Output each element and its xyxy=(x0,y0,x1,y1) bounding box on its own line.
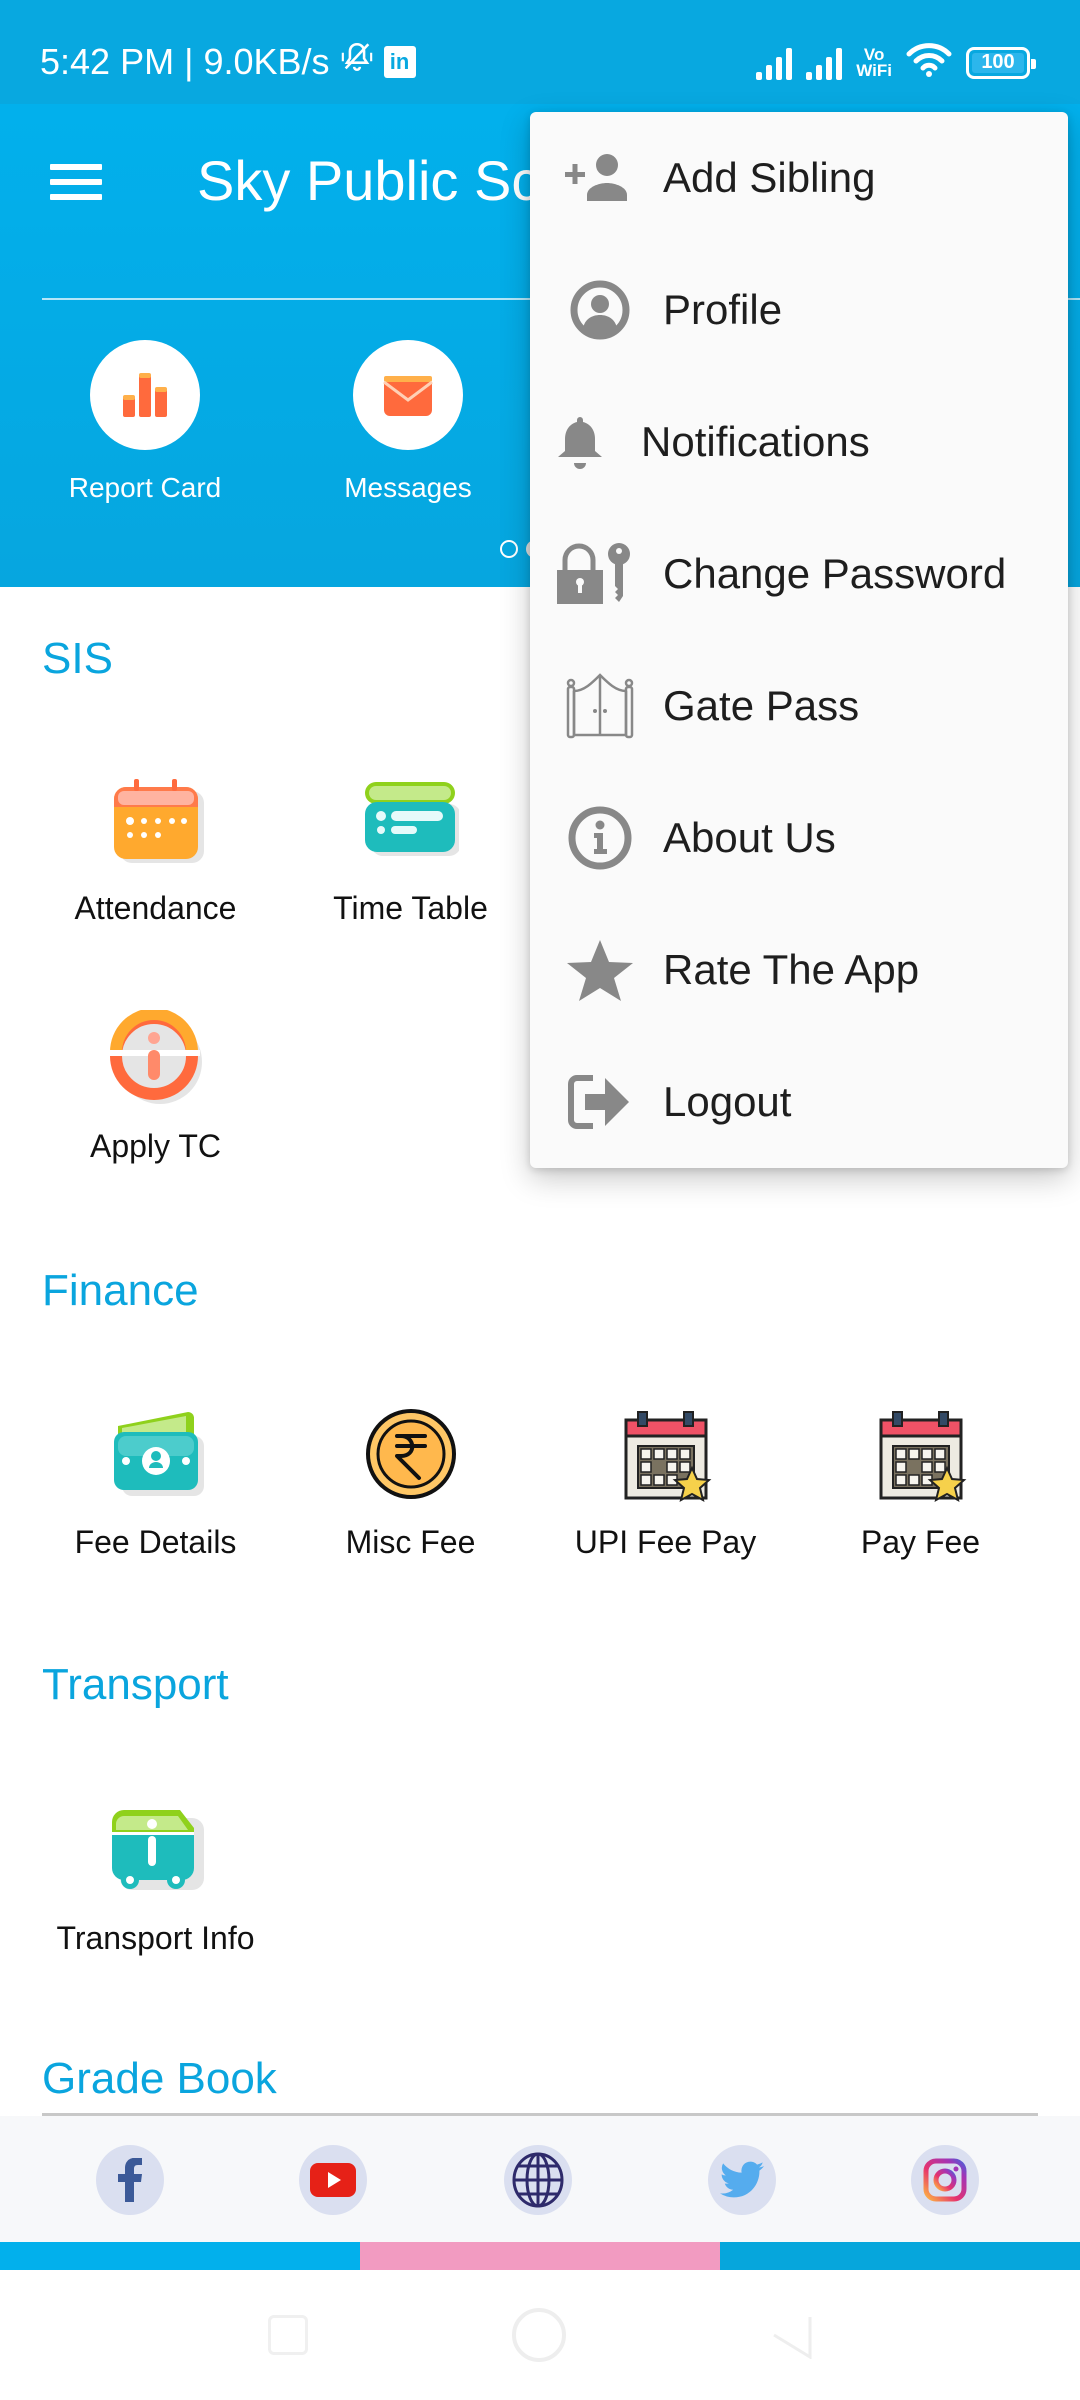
facebook-icon[interactable] xyxy=(96,2145,164,2215)
tile-time-table[interactable]: Time Table xyxy=(283,770,538,927)
wifi-icon xyxy=(906,42,952,83)
instagram-icon[interactable] xyxy=(911,2145,979,2215)
menu-item-notifications[interactable]: Notifications xyxy=(530,376,1068,508)
twitter-icon[interactable] xyxy=(708,2145,776,2215)
tile-label: Time Table xyxy=(333,890,488,926)
youtube-icon[interactable] xyxy=(299,2145,367,2215)
bell-off-icon xyxy=(340,40,374,83)
quick-link-report-card[interactable]: Report Card xyxy=(40,340,250,504)
rupee-coin-icon xyxy=(361,1404,461,1504)
logout-icon xyxy=(562,1064,638,1140)
section-title-sis: SIS xyxy=(42,634,113,683)
screen: 5:42 PM | 9.0KB/s in Vo WiFi 100 Sky Pub… xyxy=(0,0,1080,2400)
menu-item-label: Logout xyxy=(663,1078,792,1125)
overflow-menu: Add Sibling Profile Notifications Change… xyxy=(530,112,1068,1168)
calendar-star-icon xyxy=(871,1404,971,1504)
recents-button[interactable] xyxy=(268,2315,308,2355)
status-separator: | xyxy=(184,40,194,82)
vowifi-bottom: WiFi xyxy=(856,60,892,80)
footer-strip-right xyxy=(720,2242,1080,2270)
battery-icon: 100 xyxy=(966,46,1036,79)
info-circle-icon xyxy=(106,1008,206,1108)
footer-strip-left xyxy=(0,2242,360,2270)
system-nav-bar xyxy=(0,2270,1080,2400)
menu-item-about-us[interactable]: About Us xyxy=(530,772,1068,904)
calendar-star-icon xyxy=(616,1404,716,1504)
menu-item-label: Notifications xyxy=(641,418,870,465)
menu-item-label: About Us xyxy=(663,814,836,861)
footer-strip-middle xyxy=(360,2242,720,2270)
network-speed: 9.0KB/s xyxy=(203,40,330,82)
tile-transport-info[interactable]: Transport Info xyxy=(28,1800,283,1957)
tile-label: Attendance xyxy=(74,890,237,926)
tile-attendance[interactable]: Attendance xyxy=(28,770,283,927)
section-title-finance: Finance xyxy=(42,1266,199,1315)
tile-pay-fee[interactable]: Pay Fee xyxy=(793,1404,1048,1561)
status-right: Vo WiFi 100 xyxy=(756,42,1036,83)
tile-label: Apply TC xyxy=(89,1128,221,1164)
profile-icon xyxy=(562,272,638,348)
status-time: 5:42 PM xyxy=(40,40,175,82)
vowifi-icon: Vo WiFi xyxy=(856,46,892,80)
signal-icon xyxy=(756,46,793,80)
quick-link-label: Messages xyxy=(344,472,472,503)
tile-label: Misc Fee xyxy=(345,1524,476,1560)
app-title: Sky Public Sc xyxy=(197,149,540,212)
section-title-transport: Transport xyxy=(42,1660,229,1709)
menu-item-logout[interactable]: Logout xyxy=(530,1036,1068,1168)
section-title-grade-book: Grade Book xyxy=(42,2054,277,2103)
hamburger-icon[interactable] xyxy=(50,164,102,200)
envelope-icon xyxy=(353,340,463,450)
bus-info-icon xyxy=(106,1800,206,1900)
bell-icon xyxy=(552,404,608,480)
tile-fee-details[interactable]: Fee Details xyxy=(28,1404,283,1561)
tile-label: UPI Fee Pay xyxy=(574,1524,757,1560)
globe-icon[interactable] xyxy=(504,2145,572,2215)
status-left: 5:42 PM | 9.0KB/s in xyxy=(40,40,416,83)
signal-icon xyxy=(806,46,843,80)
battery-level: 100 xyxy=(981,51,1015,73)
bar-chart-icon xyxy=(90,340,200,450)
status-bar: 5:42 PM | 9.0KB/s in Vo WiFi 100 xyxy=(0,0,1080,104)
menu-item-label: Gate Pass xyxy=(663,682,860,729)
info-icon xyxy=(562,800,638,876)
calendar-icon xyxy=(106,770,206,870)
menu-item-add-sibling[interactable]: Add Sibling xyxy=(530,112,1068,244)
add-person-icon xyxy=(562,140,638,216)
tile-label: Pay Fee xyxy=(860,1524,981,1560)
menu-item-change-password[interactable]: Change Password xyxy=(530,508,1068,640)
menu-item-label: Change Password xyxy=(663,550,1007,597)
tile-misc-fee[interactable]: Misc Fee xyxy=(283,1404,538,1561)
gate-icon xyxy=(562,668,638,744)
tile-upi-fee-pay[interactable]: UPI Fee Pay xyxy=(538,1404,793,1561)
social-bar xyxy=(0,2116,1080,2242)
menu-item-label: Rate The App xyxy=(663,946,920,993)
menu-item-profile[interactable]: Profile xyxy=(530,244,1068,376)
menu-item-label: Profile xyxy=(663,286,783,333)
timetable-icon xyxy=(361,770,461,870)
quick-link-messages[interactable]: Messages xyxy=(303,340,513,504)
menu-item-gate-pass[interactable]: Gate Pass xyxy=(530,640,1068,772)
home-button[interactable] xyxy=(512,2308,566,2362)
menu-item-rate-the-app[interactable]: Rate The App xyxy=(530,904,1068,1036)
menu-item-label: Add Sibling xyxy=(663,154,876,201)
lock-key-icon xyxy=(554,536,634,612)
wallet-icon xyxy=(106,1404,206,1504)
star-icon xyxy=(562,932,638,1008)
linkedin-icon: in xyxy=(383,45,416,78)
back-button[interactable] xyxy=(770,2315,814,2364)
tile-label: Transport Info xyxy=(56,1920,255,1956)
tile-apply-tc[interactable]: Apply TC xyxy=(28,1008,283,1165)
tile-label: Fee Details xyxy=(74,1524,237,1560)
quick-link-label: Report Card xyxy=(68,472,222,503)
carousel-dot[interactable] xyxy=(500,540,518,558)
